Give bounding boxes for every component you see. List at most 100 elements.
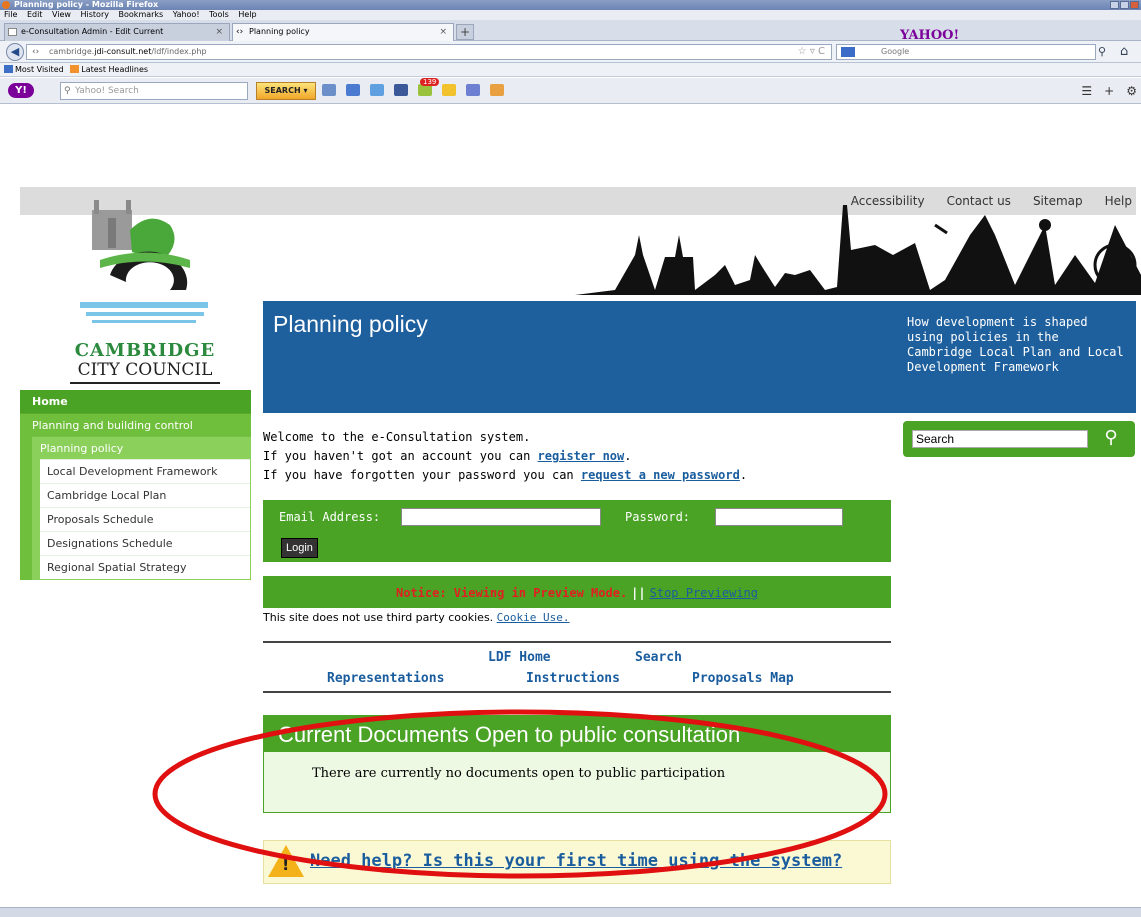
widget-icon[interactable] [490, 84, 504, 96]
weather-icon[interactable] [370, 84, 384, 96]
bookmark-star-icon[interactable]: ☆ ▿ C [798, 45, 825, 59]
nav-instructions[interactable]: Instructions [526, 671, 620, 686]
yahoo-search-button-label: SEARCH [264, 86, 301, 95]
site-search: ⚲ [903, 421, 1135, 457]
url-path: /ldf/index.php [151, 47, 207, 56]
maximize-button[interactable] [1120, 1, 1129, 9]
yahoo-toolbar: Y! Yahoo! Search SEARCH ▾ 139 ☰ + ⚙ [0, 78, 1141, 104]
window-controls [1110, 1, 1139, 9]
sidebar-item-planning-building-control[interactable]: Planning and building control [20, 413, 251, 436]
council-emblem-icon [80, 200, 208, 323]
home-icon[interactable]: ⌂ [1120, 44, 1128, 59]
register-now-link[interactable]: register now [538, 449, 625, 463]
current-documents-panel: Current Documents Open to public consult… [263, 715, 891, 813]
bookmark-label: Latest Headlines [81, 65, 149, 74]
search-icon[interactable]: ⚲ [1098, 45, 1106, 58]
password-line: If you have forgotten your password you … [263, 466, 863, 485]
first-time-help-link[interactable]: Need help? Is this your first time using… [310, 851, 842, 871]
ebay-icon[interactable] [442, 84, 456, 96]
yahoo-logo-icon[interactable]: Y! [8, 83, 34, 98]
notification-badge: 139 [420, 78, 440, 86]
address-bar[interactable]: ‹› cambridge.jdi-consult.net/ldf/index.p… [26, 44, 832, 60]
stop-previewing-link[interactable]: Stop Previewing [650, 586, 758, 600]
sidebar-subsubnav: Local Development Framework Cambridge Lo… [32, 459, 251, 580]
nav-ldf-home[interactable]: LDF Home [488, 650, 551, 665]
nav-search[interactable]: Search [635, 650, 682, 665]
bookmarks-toolbar: Most Visited Latest Headlines [0, 63, 1141, 77]
sidebar-item-planning-policy[interactable]: Planning policy [32, 436, 251, 459]
new-tab-button[interactable]: + [456, 24, 474, 40]
login-button[interactable]: Login [281, 538, 318, 558]
menu-view[interactable]: View [52, 10, 71, 19]
bookmark-icon [4, 65, 13, 73]
bookmark-most-visited[interactable]: Most Visited [4, 65, 64, 74]
search-icon[interactable]: ⚲ [1097, 427, 1125, 451]
page-icon [8, 28, 17, 36]
url-prefix: cambridge. [49, 47, 95, 56]
browser-search-input[interactable]: Google [836, 44, 1096, 60]
close-tab-icon[interactable]: × [439, 24, 447, 40]
cookie-notice: This site does not use third party cooki… [263, 611, 570, 624]
menu-history[interactable]: History [81, 10, 109, 19]
sidebar-item-home[interactable]: Home [20, 390, 251, 413]
tab-econsultation-admin[interactable]: e-Consultation Admin - Edit Current × [4, 23, 230, 41]
sidebar-item-proposals-schedule[interactable]: Proposals Schedule [40, 507, 250, 531]
rss-icon [70, 65, 80, 73]
menu-yahoo[interactable]: Yahoo! [173, 10, 200, 19]
email-field[interactable] [401, 508, 601, 526]
welcome-line: Welcome to the e-Consultation system. [263, 430, 531, 444]
add-icon[interactable]: + [1104, 84, 1114, 98]
notice-separator: || [631, 586, 646, 600]
request-password-link[interactable]: request a new password [581, 468, 740, 482]
bookmark-icon[interactable] [322, 84, 336, 96]
yahoo-search-input[interactable]: Yahoo! Search [60, 82, 248, 100]
menu-bar: File Edit View History Bookmarks Yahoo! … [0, 10, 1141, 20]
sidebar-nav: Home Planning and building control Plann… [20, 390, 251, 580]
menu-help[interactable]: Help [238, 10, 256, 19]
preview-notice-text: Notice: Viewing in Preview Mode. [395, 586, 628, 600]
warning-icon: ! [268, 845, 304, 877]
mail-icon[interactable] [346, 84, 360, 96]
google-icon [841, 47, 855, 57]
sidebar-item-ldf[interactable]: Local Development Framework [40, 459, 250, 483]
sidebar-item-regional-spatial-strategy[interactable]: Regional Spatial Strategy [40, 555, 250, 579]
nav-divider-bottom [263, 691, 891, 693]
page-description: How development is shaped using policies… [907, 315, 1124, 374]
minimize-button[interactable] [1110, 1, 1119, 9]
list-icon[interactable]: ☰ [1081, 84, 1092, 98]
menu-bookmarks[interactable]: Bookmarks [119, 10, 164, 19]
cambridge-city-council-logo[interactable]: CAMBRIDGE CITY COUNCIL [70, 200, 220, 390]
page-header-banner: Planning policy How development is shape… [263, 301, 1136, 413]
password-prefix: If you have forgotten your password you … [263, 468, 581, 482]
site-search-input[interactable] [912, 430, 1088, 448]
search-engine-label: Google [881, 47, 910, 56]
facebook-icon[interactable] [394, 84, 408, 96]
sidebar-item-local-plan[interactable]: Cambridge Local Plan [40, 483, 250, 507]
messenger-icon[interactable] [466, 84, 480, 96]
close-tab-icon[interactable]: × [215, 24, 223, 40]
tab-planning-policy[interactable]: ‹› Planning policy × [232, 23, 454, 41]
close-window-button[interactable] [1130, 1, 1139, 9]
nav-representations[interactable]: Representations [327, 671, 444, 686]
password-suffix: . [739, 468, 748, 482]
city-skyline-illustration [575, 205, 1141, 295]
register-suffix: . [624, 449, 632, 463]
bookmark-latest-headlines[interactable]: Latest Headlines [70, 65, 148, 74]
menu-file[interactable]: File [4, 10, 17, 19]
menu-tools[interactable]: Tools [209, 10, 229, 19]
navigation-toolbar: ◀ ‹› cambridge.jdi-consult.net/ldf/index… [0, 41, 1141, 63]
password-field[interactable] [715, 508, 843, 526]
login-form: Email Address: Password: Login [263, 500, 891, 562]
email-label: Email Address: [279, 510, 381, 524]
gear-icon[interactable]: ⚙ [1126, 84, 1137, 98]
nav-proposals-map[interactable]: Proposals Map [692, 671, 794, 686]
cookie-use-link[interactable]: Cookie Use. [497, 611, 570, 624]
status-bar [0, 907, 1141, 917]
yahoo-search-button[interactable]: SEARCH ▾ [256, 82, 316, 100]
back-button[interactable]: ◀ [6, 43, 24, 61]
menu-edit[interactable]: Edit [27, 10, 43, 19]
sidebar-subnav: Planning policy Local Development Framew… [20, 436, 251, 580]
sidebar-item-designations-schedule[interactable]: Designations Schedule [40, 531, 250, 555]
register-prefix: If you haven't got an account you can [263, 449, 538, 463]
yahoo-toolbar-right: ☰ + ⚙ [1081, 84, 1137, 98]
